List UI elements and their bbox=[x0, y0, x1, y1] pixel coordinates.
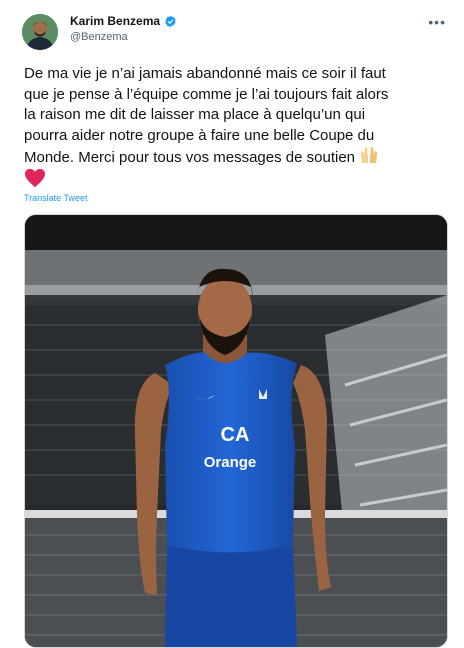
raised-hands-icon bbox=[359, 146, 379, 171]
tweet-line-2: que je pense à l’équipe comme je l’ai to… bbox=[24, 85, 389, 103]
more-options-icon[interactable]: ••• bbox=[428, 14, 446, 30]
tweet-line-1: De ma vie je n’ai jamais abandonné mais … bbox=[24, 65, 386, 82]
tweet-line-3: la raison me dit de laisser ma place à q… bbox=[24, 106, 366, 123]
translate-tweet-link[interactable]: Translate Tweet bbox=[24, 193, 88, 203]
tweet-media-photo[interactable]: CA Orange bbox=[24, 214, 448, 648]
tweet-card: Karim Benzema @Benzema ••• De ma vie je … bbox=[0, 0, 464, 648]
author-header: Karim Benzema bbox=[70, 14, 177, 28]
avatar[interactable] bbox=[22, 14, 58, 50]
player-photo: CA Orange bbox=[25, 215, 447, 647]
author-handle[interactable]: @Benzema bbox=[70, 31, 128, 43]
verified-badge-icon bbox=[165, 15, 176, 27]
tweet-line-5: Monde. Merci pour tous vos messages de s… bbox=[24, 149, 356, 166]
avatar-image bbox=[22, 14, 58, 50]
jersey-sponsor-text: Orange bbox=[204, 454, 257, 471]
tweet-text: De ma vie je n’ai jamais abandonné mais … bbox=[24, 64, 444, 171]
author-name[interactable]: Karim Benzema bbox=[70, 14, 160, 28]
svg-text:CA: CA bbox=[221, 424, 250, 446]
tweet-line-4: pourra aider notre groupe à faire une be… bbox=[24, 126, 375, 144]
red-heart-icon bbox=[25, 168, 45, 188]
